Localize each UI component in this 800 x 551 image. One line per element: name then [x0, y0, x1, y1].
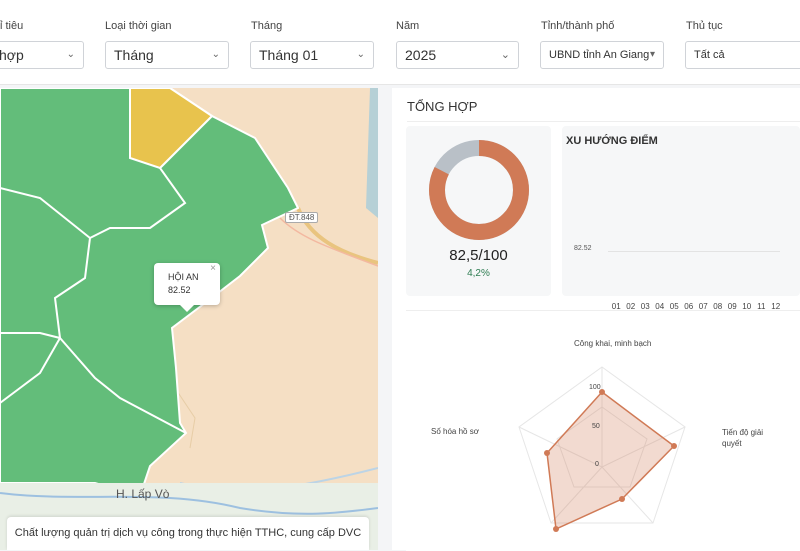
radar-point — [544, 450, 550, 456]
map-panel[interactable]: ĐT.848 HỘI AN 82.52 × H. Lấp Vò Chất lượ… — [0, 88, 378, 550]
time-type-select-value: Tháng — [114, 47, 154, 63]
indicator-select-value: hợp — [0, 47, 24, 63]
trend-card: XU HƯỚNG ĐIỂM 82.52 01 02 03 04 05 06 07 08 09 10… — [562, 126, 800, 311]
radar-tick-label: 0 — [595, 461, 599, 468]
town-label: H. Lấp Vò — [116, 487, 170, 501]
summary-panel: TỔNG HỢP 82,5/100 4,2% XU HƯỚNG ĐIỂM 82.… — [392, 88, 800, 551]
score-card: 82,5/100 4,2% — [406, 126, 551, 296]
trend-y-label: 82.52 — [574, 245, 592, 252]
filter-label-indicator: ỉ tiêu — [0, 20, 24, 32]
time-type-select[interactable]: Tháng ⌄ — [105, 41, 229, 69]
trend-gridline — [608, 251, 780, 252]
year-select[interactable]: 2025 ⌄ — [396, 41, 519, 69]
score-change: 4,2% — [467, 268, 490, 279]
radar-card: Công khai, minh bạch Tiến độ giải quyết … — [406, 310, 800, 551]
province-select[interactable]: UBND tỉnh An Giang ▾ — [540, 41, 664, 69]
filter-label-year: Năm — [396, 20, 420, 32]
map-canvas[interactable] — [0, 88, 378, 550]
procedure-select[interactable]: Tất cả — [685, 41, 800, 69]
radar-point — [671, 443, 677, 449]
chevron-down-icon: ▾ — [649, 49, 655, 60]
radar-series-area — [546, 390, 676, 531]
filter-label-procedure: Thủ tục — [686, 20, 723, 32]
road-badge: ĐT.848 — [285, 212, 319, 223]
chevron-down-icon: ⌄ — [356, 49, 365, 60]
map-tooltip: HỘI AN 82.52 × — [154, 263, 220, 312]
score-donut — [429, 140, 529, 240]
month-select-value: Tháng 01 — [259, 47, 319, 63]
chevron-down-icon: ⌄ — [500, 49, 510, 61]
tooltip-score-value: 82.52 — [168, 285, 191, 295]
tooltip-district-name: HỘI AN — [168, 272, 199, 282]
filter-label-time-type: Loại thời gian — [105, 20, 172, 32]
map-caption: Chất lượng quản trị dịch vụ công trong t… — [7, 517, 369, 550]
divider — [407, 121, 800, 122]
radar-tick-label: 50 — [592, 423, 600, 430]
close-icon[interactable]: × — [210, 263, 216, 274]
year-select-value: 2025 — [405, 47, 437, 63]
panel-title: TỔNG HỢP — [407, 99, 478, 114]
score-value: 82,5/100 — [449, 247, 508, 264]
radar-axis-label: Số hóa hồ sơ — [431, 427, 479, 436]
filter-label-month: Tháng — [251, 20, 283, 32]
chevron-down-icon: ⌄ — [66, 49, 75, 60]
chevron-down-icon: ⌄ — [211, 49, 220, 60]
filter-label-province: Tỉnh/thành phố — [541, 20, 615, 32]
radar-point — [553, 526, 559, 532]
procedure-select-value: Tất cả — [694, 49, 725, 61]
indicator-select[interactable]: hợp ⌄ — [0, 41, 84, 69]
month-select[interactable]: Tháng 01 ⌄ — [250, 41, 374, 69]
province-select-value: UBND tỉnh An Giang — [549, 49, 650, 61]
radar-point — [619, 496, 625, 502]
radar-axis-label: Tiến độ giải quyết — [722, 428, 764, 448]
trend-title: XU HƯỚNG ĐIỂM — [566, 135, 658, 147]
radar-axis-label: Công khai, minh bạch — [574, 339, 652, 348]
filter-bar: ỉ tiêu hợp ⌄ Loại thời gian Tháng ⌄ Thán… — [0, 0, 800, 85]
radar-tick-label: 100 — [589, 384, 601, 391]
